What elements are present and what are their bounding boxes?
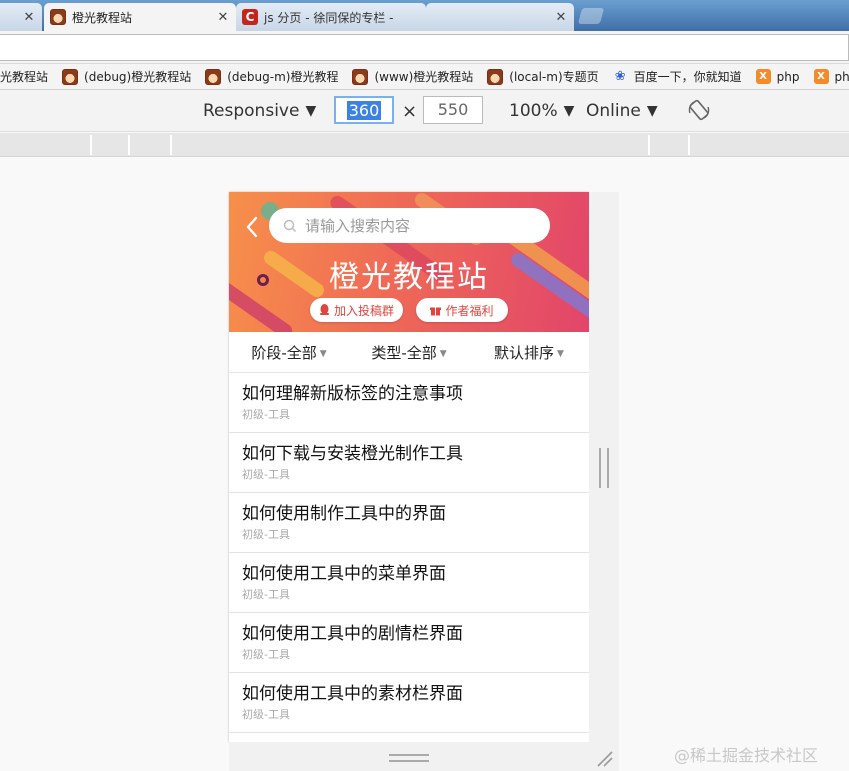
watermark: @稀土掘金技术社区: [674, 746, 819, 765]
dimension-separator: ×: [402, 100, 418, 122]
tab-0[interactable]: ✕: [0, 3, 42, 31]
xampp-icon: X: [813, 69, 829, 84]
item-title: 如何使用工具中的素材栏界面: [242, 684, 463, 704]
address-bar[interactable]: [0, 34, 849, 61]
caret-down-icon: ▼: [305, 103, 317, 119]
caret-down-icon: ▼: [646, 103, 658, 119]
tab-1[interactable]: 橙光教程站 ✕: [44, 3, 236, 31]
baidu-paw-icon: ❀: [614, 69, 626, 84]
item-title: 如何使用工具中的菜单界面: [242, 564, 446, 584]
search-placeholder: 请输入搜索内容: [305, 217, 411, 235]
gift-icon: [430, 307, 442, 315]
item-meta: 初级-工具: [242, 408, 290, 421]
qq-penguin-icon: [319, 304, 329, 315]
tab-2[interactable]: C js 分页 - 徐同保的专栏 -: [236, 3, 426, 31]
item-meta: 初级-工具: [242, 528, 290, 541]
network-throttle-select[interactable]: Online ▼: [586, 90, 658, 132]
search-input[interactable]: 请输入搜索内容: [269, 208, 550, 243]
site-favicon-icon: [50, 9, 66, 25]
close-tab-icon[interactable]: ✕: [216, 10, 230, 25]
device-toolbar: Responsive ▼ 360 × 550 100% ▼ Online ▼: [0, 90, 849, 132]
bookmark-7[interactable]: Xph: [813, 69, 849, 84]
item-meta: 初级-工具: [242, 468, 290, 481]
caret-down-icon: ▼: [439, 348, 447, 359]
author-welfare-button[interactable]: 作者福利: [416, 298, 508, 322]
xampp-icon: X: [755, 69, 771, 84]
caret-down-icon: ▼: [563, 103, 575, 119]
type-filter[interactable]: 类型-全部 ▼: [349, 342, 469, 363]
bookmark-5[interactable]: ❀ 百度一下，你就知道: [613, 68, 742, 85]
new-tab-button[interactable]: [577, 8, 605, 24]
site-favicon-icon: [205, 68, 222, 85]
search-icon: [283, 219, 296, 232]
bookmark-1[interactable]: (debug)橙光教程站: [62, 68, 191, 85]
device-viewport: 请输入搜索内容 橙光教程站 加入投稿群 作者福利 阶段-全部 ▼ 类型-全部 ▼ 默…: [229, 192, 589, 742]
item-meta: 初级-工具: [242, 708, 290, 721]
bookmark-2[interactable]: (debug-m)橙光教程: [205, 68, 338, 85]
list-item[interactable]: 如何使用制作工具中的界面初级-工具: [229, 493, 589, 553]
resize-width-handle[interactable]: [599, 448, 609, 488]
stage-filter[interactable]: 阶段-全部 ▼: [229, 342, 349, 363]
zoom-select[interactable]: 100% ▼: [509, 90, 574, 132]
media-query-segment[interactable]: [170, 135, 650, 155]
media-query-bar[interactable]: [0, 133, 849, 157]
bookmark-0[interactable]: 光教程站: [0, 68, 48, 85]
caret-down-icon: ▼: [319, 348, 327, 359]
site-favicon-icon: [62, 68, 79, 85]
bookmarks-bar: 光教程站 (debug)橙光教程站 (debug-m)橙光教程 (www)橙光教…: [0, 64, 849, 90]
close-tab-icon[interactable]: ✕: [22, 10, 36, 25]
rotate-icon[interactable]: [688, 99, 710, 121]
media-query-segment[interactable]: [90, 135, 130, 155]
browser-toolbar: [0, 31, 849, 64]
close-tab-icon[interactable]: ✕: [554, 10, 568, 25]
bookmark-3[interactable]: (www)橙光教程站: [352, 68, 473, 85]
viewport-height-input[interactable]: 550: [423, 96, 483, 124]
media-query-segment[interactable]: [688, 135, 728, 155]
tab-strip: ✕ 橙光教程站 ✕ C js 分页 - 徐同保的专栏 - ✕: [0, 0, 849, 31]
csdn-favicon-icon: C: [242, 9, 258, 25]
viewport-width-input[interactable]: 360: [334, 96, 394, 124]
site-title: 橙光教程站: [329, 260, 489, 295]
bookmark-4[interactable]: (local-m)专题页: [487, 68, 599, 85]
device-mode-select[interactable]: Responsive ▼: [203, 90, 316, 132]
tab-3[interactable]: ✕: [426, 3, 574, 31]
filter-bar: 阶段-全部 ▼ 类型-全部 ▼ 默认排序 ▼: [229, 332, 589, 373]
tutorial-list: 如何理解新版标签的注意事项 初级-工具 如何下载与安装橙光制作工具 初级-工具 如何…: [229, 373, 589, 733]
resize-corner-icon[interactable]: [594, 748, 614, 768]
list-item[interactable]: 如何使用工具中的素材栏界面初级-工具: [229, 673, 589, 733]
site-favicon-icon: [487, 68, 504, 85]
media-query-segment[interactable]: [128, 135, 170, 155]
list-item[interactable]: 如何下载与安装橙光制作工具初级-工具: [229, 433, 589, 493]
list-item[interactable]: 如何理解新版标签的注意事项初级-工具: [229, 373, 589, 433]
item-title: 如何下载与安装橙光制作工具: [242, 444, 463, 464]
item-title: 如何使用工具中的剧情栏界面: [242, 624, 463, 644]
caret-down-icon: ▼: [557, 348, 564, 359]
item-title: 如何理解新版标签的注意事项: [242, 384, 463, 404]
back-arrow-icon[interactable]: [245, 216, 259, 238]
sort-filter[interactable]: 默认排序 ▼: [469, 342, 589, 363]
list-item[interactable]: 如何使用工具中的菜单界面初级-工具: [229, 553, 589, 613]
item-meta: 初级-工具: [242, 588, 290, 601]
item-title: 如何使用制作工具中的界面: [242, 504, 446, 524]
header-banner: 请输入搜索内容 橙光教程站 加入投稿群 作者福利: [229, 192, 589, 332]
bookmark-6[interactable]: Xphp: [755, 69, 800, 84]
item-meta: 初级-工具: [242, 648, 290, 661]
list-item[interactable]: 如何使用工具中的剧情栏界面初级-工具: [229, 613, 589, 673]
media-query-segment[interactable]: [648, 135, 688, 155]
join-group-button[interactable]: 加入投稿群: [310, 298, 403, 322]
site-favicon-icon: [352, 68, 369, 85]
resize-height-handle[interactable]: [389, 754, 429, 762]
